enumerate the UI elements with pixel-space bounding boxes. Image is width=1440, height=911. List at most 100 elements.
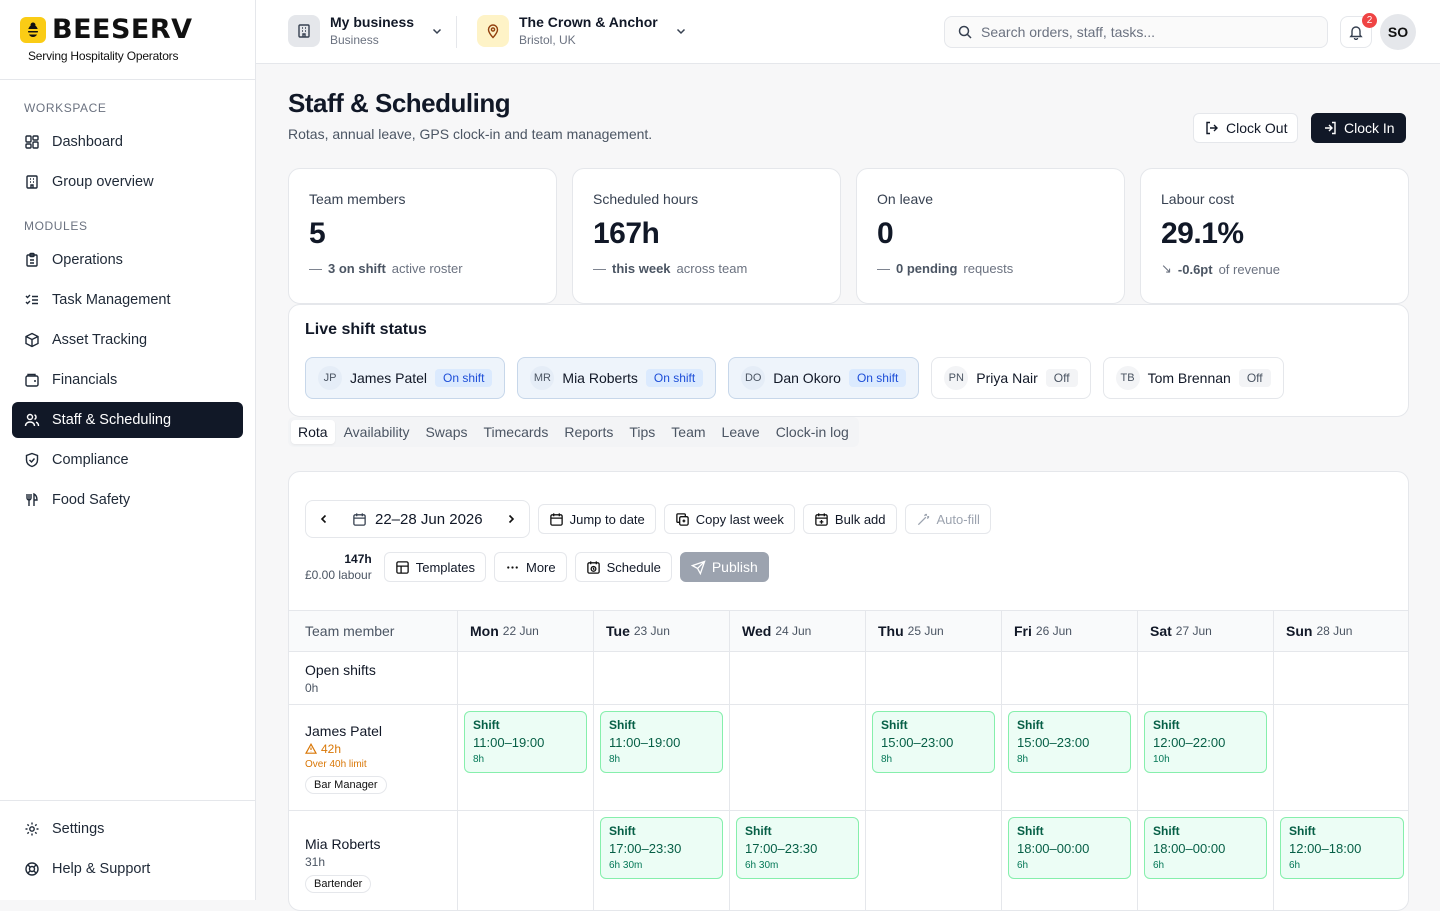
tab-swaps[interactable]: Swaps xyxy=(418,420,474,444)
member-hours: 31h xyxy=(305,855,326,869)
sidebar-item-staff-scheduling[interactable]: Staff & Scheduling xyxy=(12,402,243,438)
business-type: Business xyxy=(330,33,379,47)
day-cell[interactable]: Shift 12:00–18:00 6h xyxy=(1274,811,1408,910)
publish-button[interactable]: Publish xyxy=(679,552,769,582)
day-date: 24 Jun xyxy=(775,624,812,638)
shift-title: Shift xyxy=(1153,824,1180,838)
tab-team[interactable]: Team xyxy=(664,420,712,444)
search-box[interactable] xyxy=(944,16,1328,48)
day-cell[interactable]: Shift 17:00–23:30 6h 30m xyxy=(730,811,866,910)
sidebar-item-group-overview[interactable]: Group overview xyxy=(12,164,243,200)
shift-duration: 8h xyxy=(609,754,621,765)
publish-label: Publish xyxy=(711,559,758,575)
sidebar-item-food-safety[interactable]: Food Safety xyxy=(12,482,243,518)
day-cell[interactable] xyxy=(458,811,594,910)
day-cell[interactable] xyxy=(730,705,866,810)
staff-chip[interactable]: MR Mia Roberts On shift xyxy=(517,357,717,399)
shift-duration: 8h xyxy=(881,754,893,765)
stat-footer: — 0 pending requests xyxy=(877,261,1104,276)
trend-down-icon: ↘ xyxy=(1161,261,1172,276)
shift-card[interactable]: Shift 15:00–23:00 8h xyxy=(1008,711,1131,773)
templates-button[interactable]: Templates xyxy=(383,552,486,582)
tab-leave[interactable]: Leave xyxy=(715,420,767,444)
copy-last-week-button[interactable]: Copy last week xyxy=(663,504,795,534)
shift-time: 11:00–19:00 xyxy=(609,735,681,750)
clock-in-button[interactable]: Clock In xyxy=(1311,113,1406,143)
send-icon xyxy=(690,559,706,575)
notifications-button[interactable]: 2 xyxy=(1340,13,1377,48)
calendar-icon xyxy=(549,512,563,526)
staff-chip[interactable]: TB Tom Brennan Off xyxy=(1102,357,1284,399)
stat-footer: — this week across team xyxy=(593,261,820,276)
bell-icon xyxy=(1349,26,1363,40)
venue-selector[interactable]: The Crown & Anchor Bristol, UK xyxy=(477,14,688,47)
day-cell[interactable]: Shift 15:00–23:00 8h xyxy=(866,705,1002,810)
ellipsis-icon xyxy=(507,565,518,569)
day-name: Sat xyxy=(1150,623,1172,639)
day-cell[interactable]: Shift 18:00–00:00 6h xyxy=(1138,811,1274,910)
sidebar-item-asset-tracking[interactable]: Asset Tracking xyxy=(12,322,243,358)
sidebar-item-settings[interactable]: Settings xyxy=(12,811,243,847)
day-cell[interactable] xyxy=(1274,705,1408,810)
sidebar-item-help-support[interactable]: Help & Support xyxy=(12,851,243,887)
shift-card[interactable]: Shift 11:00–19:00 8h xyxy=(600,711,723,773)
auto-fill-button[interactable]: Auto-fill xyxy=(904,504,991,534)
day-cell[interactable] xyxy=(1138,652,1274,704)
sidebar-item-operations[interactable]: Operations xyxy=(12,242,243,278)
shift-card[interactable]: Shift 11:00–19:00 8h xyxy=(464,711,587,773)
staff-chip[interactable]: DO Dan Okoro On shift xyxy=(728,357,920,399)
shift-card[interactable]: Shift 17:00–23:30 6h 30m xyxy=(600,817,723,879)
member-name: Mia Roberts xyxy=(305,836,381,852)
search-input[interactable] xyxy=(981,24,1301,40)
day-cell[interactable]: Shift 17:00–23:30 6h 30m xyxy=(594,811,730,910)
sidebar-item-dashboard[interactable]: Dashboard xyxy=(12,124,243,160)
avatar: JP xyxy=(318,366,342,390)
shift-card[interactable]: Shift 12:00–22:00 10h xyxy=(1144,711,1267,773)
day-cell[interactable]: Shift 12:00–22:00 10h xyxy=(1138,705,1274,810)
shift-card[interactable]: Shift 18:00–00:00 6h xyxy=(1144,817,1267,879)
tab-timecards[interactable]: Timecards xyxy=(477,420,556,444)
day-cell[interactable]: Shift 11:00–19:00 8h xyxy=(594,705,730,810)
tab-clock-in-log[interactable]: Clock-in log xyxy=(769,420,856,444)
tab-reports[interactable]: Reports xyxy=(557,420,620,444)
tab-availability[interactable]: Availability xyxy=(337,420,417,444)
day-cell[interactable]: Shift 15:00–23:00 8h xyxy=(1002,705,1138,810)
stat-card-on-leave: On leave 0 — 0 pending requests xyxy=(856,168,1125,304)
table-row: Mia Roberts 31h Bartender Shift 17:00–23… xyxy=(289,811,1408,910)
brand[interactable]: BEESERV Serving Hospitality Operators xyxy=(0,0,255,80)
schedule-button[interactable]: Schedule xyxy=(574,552,672,582)
sidebar-item-compliance[interactable]: Compliance xyxy=(12,442,243,478)
week-picker[interactable]: 22–28 Jun 2026 xyxy=(346,511,489,528)
week-navigator: 22–28 Jun 2026 xyxy=(305,500,530,538)
shift-card[interactable]: Shift 17:00–23:30 6h 30m xyxy=(736,817,859,879)
day-cell[interactable]: Shift 18:00–00:00 6h xyxy=(1002,811,1138,910)
shift-card[interactable]: Shift 18:00–00:00 6h xyxy=(1008,817,1131,879)
day-cell[interactable] xyxy=(1002,652,1138,704)
tab-tips[interactable]: Tips xyxy=(622,420,662,444)
chevron-down-icon xyxy=(676,28,685,34)
jump-to-date-button[interactable]: Jump to date xyxy=(537,504,656,534)
day-cell[interactable] xyxy=(594,652,730,704)
day-cell[interactable]: Shift 11:00–19:00 8h xyxy=(458,705,594,810)
tab-rota[interactable]: Rota xyxy=(291,420,335,444)
sidebar-item-task-management[interactable]: Task Management xyxy=(12,282,243,318)
bulk-add-button[interactable]: Bulk add xyxy=(802,504,897,534)
more-button[interactable]: More xyxy=(493,552,567,582)
stat-card-scheduled-hours: Scheduled hours 167h — this week across te… xyxy=(572,168,841,304)
user-avatar[interactable]: SO xyxy=(1380,14,1416,50)
status-badge: On shift xyxy=(848,369,907,387)
shift-card[interactable]: Shift 12:00–18:00 6h xyxy=(1280,817,1404,879)
prev-week-button[interactable] xyxy=(312,507,336,531)
day-cell[interactable] xyxy=(866,811,1002,910)
sidebar-item-financials[interactable]: Financials xyxy=(12,362,243,398)
staff-chip[interactable]: JP James Patel On shift xyxy=(305,357,506,399)
shift-card[interactable]: Shift 15:00–23:00 8h xyxy=(872,711,995,773)
day-cell[interactable] xyxy=(730,652,866,704)
clock-out-button[interactable]: Clock Out xyxy=(1193,113,1299,143)
staff-chip[interactable]: PN Priya Nair Off xyxy=(931,357,1091,399)
day-cell[interactable] xyxy=(866,652,1002,704)
next-week-button[interactable] xyxy=(499,507,523,531)
day-cell[interactable] xyxy=(1274,652,1408,704)
business-selector[interactable]: My business Business xyxy=(288,14,444,47)
day-cell[interactable] xyxy=(458,652,594,704)
